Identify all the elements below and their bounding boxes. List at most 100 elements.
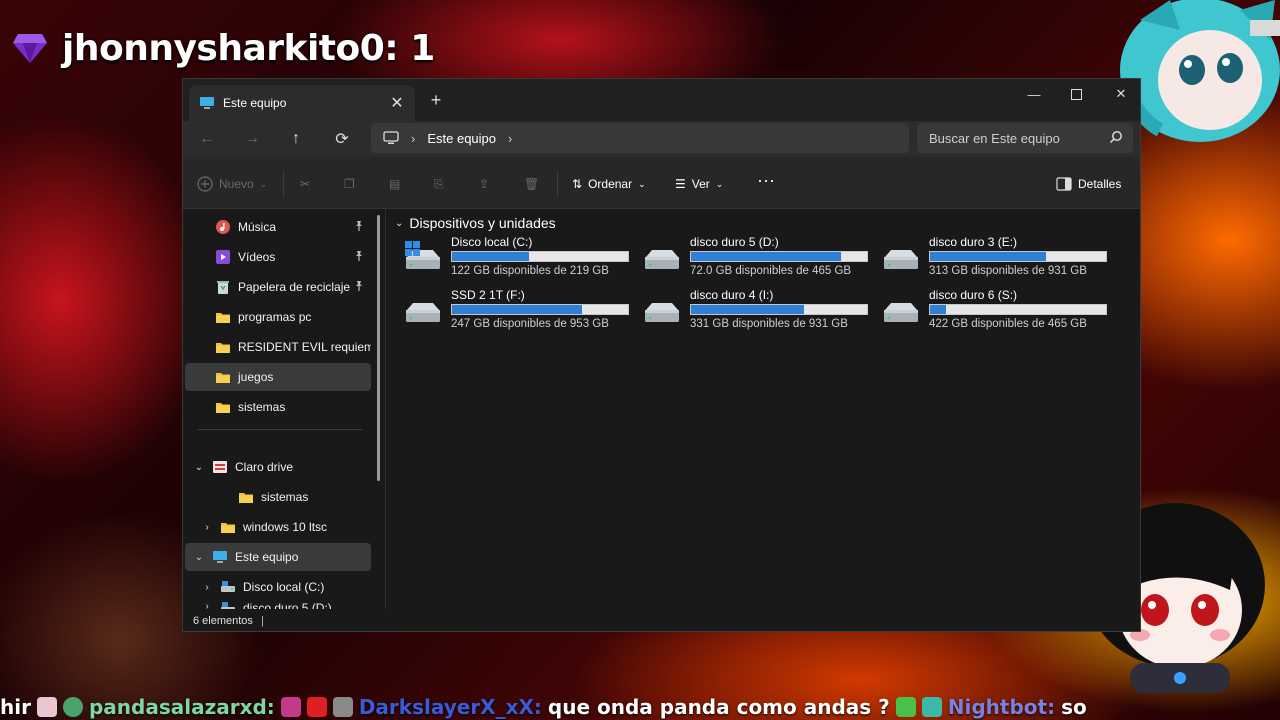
drive-usage-bar: [929, 251, 1107, 262]
drive-tile[interactable]: Disco local (C:) 122 GB disponibles de 21…: [403, 235, 633, 279]
drive-name: disco duro 5 (D:): [690, 235, 779, 249]
recycle-bin-icon: [215, 279, 231, 295]
drive-tile[interactable]: disco duro 4 (I:) 331 GB disponibles de 9…: [642, 288, 872, 332]
toolbar-divider: [283, 171, 284, 197]
chevron-right-icon[interactable]: ›: [201, 582, 213, 593]
close-window-button[interactable]: ✕: [1100, 79, 1140, 109]
ellipsis-icon: ···: [757, 169, 775, 190]
folder-icon: [215, 371, 231, 384]
details-pane-icon: [1056, 177, 1072, 191]
badge-icon: [62, 696, 83, 717]
copy-button[interactable]: ❐: [344, 173, 355, 195]
tree-item[interactable]: ⌄ Claro drive: [185, 453, 371, 481]
emote-icon: [280, 696, 301, 717]
sidebar-item[interactable]: Vídeos: [185, 243, 371, 271]
tree-item-label: Disco local (C:): [243, 580, 325, 594]
tree-item[interactable]: sistemas: [185, 483, 371, 511]
drive-usage-fill: [691, 252, 841, 261]
new-button[interactable]: Nuevo ⌄: [197, 173, 267, 195]
tab-este-equipo[interactable]: Este equipo ✕: [189, 85, 415, 121]
back-button[interactable]: ←: [193, 127, 221, 151]
minimize-button[interactable]: —: [1013, 79, 1055, 109]
tree-item[interactable]: › Disco local (C:): [185, 573, 371, 601]
search-icon: [1109, 131, 1122, 144]
tree-item[interactable]: › windows 10 ltsc: [185, 513, 371, 541]
new-tab-button[interactable]: +: [425, 89, 447, 111]
emote-icon: [36, 696, 57, 717]
diamond-icon: [13, 34, 47, 63]
address-bar[interactable]: › Este equipo ›: [371, 123, 909, 153]
tree-item[interactable]: ⌄ Este equipo: [185, 543, 371, 571]
sidebar-item[interactable]: programas pc: [185, 303, 371, 331]
drive-name: disco duro 4 (I:): [690, 288, 774, 302]
sidebar-item-label: sistemas: [238, 400, 286, 414]
new-label: Nuevo: [219, 177, 254, 191]
breadcrumb-chevron-icon: ›: [411, 130, 416, 146]
music-icon: [215, 219, 231, 235]
chevron-down-icon: ⌄: [395, 217, 404, 229]
status-separator: |: [260, 615, 264, 627]
breadcrumb-chevron-icon[interactable]: ›: [508, 131, 512, 146]
view-label: Ver: [691, 177, 710, 191]
drive-tile[interactable]: SSD 2 1T (F:) 247 GB disponibles de 953 G…: [403, 288, 633, 332]
details-button[interactable]: Detalles: [1056, 173, 1121, 195]
chevron-down-icon[interactable]: ⌄: [193, 462, 205, 473]
drive-usage-fill: [691, 305, 804, 314]
tree-item-label: disco duro 5 (D:): [243, 601, 332, 609]
more-options-button[interactable]: ···: [757, 169, 775, 191]
drive-free-space: 331 GB disponibles de 931 GB: [690, 318, 848, 330]
tree-item-label: Este equipo: [235, 550, 299, 564]
sidebar-item[interactable]: sistemas: [185, 393, 371, 421]
sidebar-item-label: Papelera de reciclaje: [238, 280, 351, 294]
cut-button[interactable]: ✂: [300, 173, 310, 195]
search-input[interactable]: Buscar en Este equipo: [917, 123, 1133, 153]
chevron-right-icon[interactable]: ›: [201, 522, 213, 533]
sidebar-item[interactable]: juegos: [185, 363, 371, 391]
sort-button[interactable]: ⇅ Ordenar ⌄: [572, 173, 646, 195]
drive-tile[interactable]: disco duro 5 (D:) 72.0 GB disponibles de …: [642, 235, 872, 279]
chat-message: so: [1061, 694, 1087, 719]
up-button[interactable]: ↑: [282, 127, 310, 151]
drive-name: disco duro 3 (E:): [929, 235, 1018, 249]
tree-item-label: Claro drive: [235, 460, 294, 474]
refresh-button[interactable]: ⟳: [328, 127, 356, 151]
drive-tile[interactable]: disco duro 6 (S:) 422 GB disponibles de 4…: [881, 288, 1111, 332]
view-button[interactable]: ☰ Ver ⌄: [675, 173, 723, 195]
sidebar-item[interactable]: Música: [185, 213, 371, 241]
breadcrumb-este-equipo[interactable]: Este equipo: [427, 131, 496, 146]
sidebar-item-label: programas pc: [238, 310, 312, 324]
pc-icon: [212, 550, 228, 564]
bot-badge-icon: [921, 696, 942, 717]
folder-icon: [238, 491, 254, 504]
maximize-button[interactable]: [1055, 79, 1097, 109]
sidebar-item[interactable]: RESIDENT EVIL requiem BIO: [185, 333, 371, 361]
hard-drive-icon: [884, 303, 918, 322]
rename-button[interactable]: ⎘: [434, 173, 444, 195]
drive-name: Disco local (C:): [451, 235, 533, 249]
chat-user: DarkslayerX_xX:: [358, 694, 542, 719]
cloud-drive-icon: [212, 459, 228, 475]
share-button[interactable]: ⇪: [479, 173, 489, 195]
file-explorer-window: Este equipo ✕ + — ✕ ← → ↑ ⟳ › Este equip…: [182, 78, 1141, 632]
nav-scrollbar[interactable]: [377, 215, 380, 481]
chat-user: Nightbot:: [947, 694, 1056, 719]
paste-button[interactable]: ▤: [389, 173, 400, 195]
tab-close-icon[interactable]: ✕: [387, 93, 407, 113]
drive-free-space: 422 GB disponibles de 465 GB: [929, 318, 1087, 330]
copy-icon: ❐: [344, 177, 355, 191]
tree-item[interactable]: › disco duro 5 (D:): [185, 601, 371, 609]
forward-button[interactable]: →: [238, 127, 266, 151]
folder-icon: [215, 341, 231, 354]
drive-name: disco duro 6 (S:): [929, 288, 1018, 302]
delete-button[interactable]: 🗑: [524, 173, 539, 195]
drive-usage-bar: [451, 304, 629, 315]
checkmark-badge-icon: [895, 696, 916, 717]
chevron-down-icon[interactable]: ⌄: [193, 552, 205, 563]
tree-item-label: sistemas: [261, 490, 309, 504]
pane-separator[interactable]: [385, 209, 386, 609]
sort-icon: ⇅: [572, 177, 583, 191]
group-header[interactable]: ⌄ Dispositivos y unidades: [395, 213, 556, 233]
sidebar-item[interactable]: Papelera de reciclaje: [185, 273, 371, 301]
drive-tile[interactable]: disco duro 3 (E:) 313 GB disponibles de 9…: [881, 235, 1111, 279]
chevron-right-icon[interactable]: ›: [201, 601, 213, 609]
